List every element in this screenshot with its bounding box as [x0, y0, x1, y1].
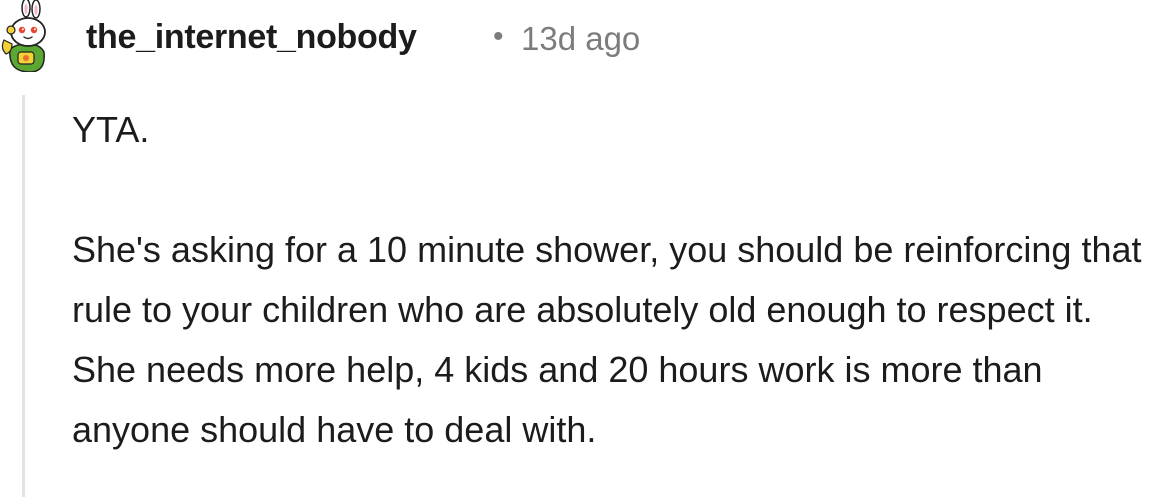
- avatar[interactable]: [0, 0, 46, 73]
- snoo-avatar-icon: [1, 0, 46, 73]
- comment: the_internet_nobody • 13d ago YTA. She's…: [0, 0, 1151, 497]
- comment-paragraph-explanation: She's asking for a 10 minute shower, you…: [72, 229, 1142, 450]
- comment-body: YTA. She's asking for a 10 minute shower…: [72, 100, 1150, 460]
- username-link[interactable]: the_internet_nobody: [86, 18, 417, 57]
- meta-separator: •: [493, 20, 504, 53]
- comment-paragraph-verdict: YTA.: [72, 109, 150, 150]
- timestamp[interactable]: 13d ago: [521, 20, 640, 58]
- thread-collapse-line[interactable]: [22, 95, 25, 497]
